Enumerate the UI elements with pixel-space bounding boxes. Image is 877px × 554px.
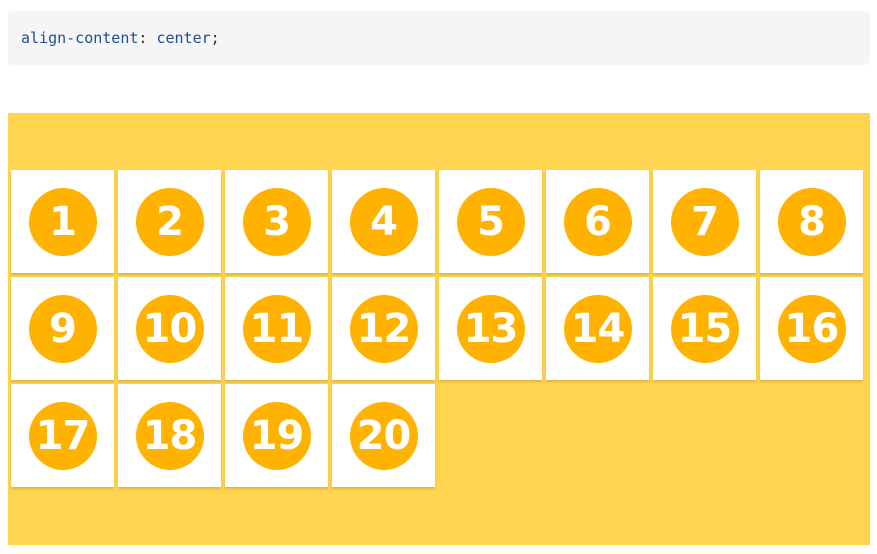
item-number-badge: 7	[670, 187, 739, 256]
flex-item: 20	[332, 384, 435, 487]
flex-item: 10	[118, 277, 221, 380]
item-number-badge: 8	[777, 187, 846, 256]
flex-item: 1	[11, 170, 114, 273]
item-number-badge: 16	[777, 294, 846, 363]
item-number-badge: 11	[242, 294, 311, 363]
flex-item: 8	[760, 170, 863, 273]
flex-item: 4	[332, 170, 435, 273]
flex-item: 13	[439, 277, 542, 380]
flex-item: 17	[11, 384, 114, 487]
item-number-badge: 19	[242, 401, 311, 470]
flex-item: 3	[225, 170, 328, 273]
item-number-badge: 18	[135, 401, 204, 470]
flex-item: 16	[760, 277, 863, 380]
flex-item: 18	[118, 384, 221, 487]
item-number-badge: 3	[242, 187, 311, 256]
item-number-badge: 10	[135, 294, 204, 363]
item-number-badge: 5	[456, 187, 525, 256]
item-number-badge: 1	[28, 187, 97, 256]
css-property: align-content	[21, 29, 139, 47]
css-semicolon: ;	[210, 29, 220, 47]
code-block: align-content: center;	[8, 11, 870, 65]
flex-item: 12	[332, 277, 435, 380]
item-number-badge: 6	[563, 187, 632, 256]
flex-item: 9	[11, 277, 114, 380]
flex-item: 6	[546, 170, 649, 273]
item-number-badge: 2	[135, 187, 204, 256]
code-line: align-content: center;	[21, 28, 220, 48]
item-number-badge: 17	[28, 401, 97, 470]
item-number-badge: 20	[349, 401, 418, 470]
flex-item: 11	[225, 277, 328, 380]
flex-item: 19	[225, 384, 328, 487]
flex-items-wrapper: 1 2 3 4 5 6 7 8 9 10 11 12 13 14 15 16 1…	[11, 170, 866, 488]
css-colon: :	[138, 29, 157, 47]
item-number-badge: 13	[456, 294, 525, 363]
flex-item: 5	[439, 170, 542, 273]
flex-container-demo: 1 2 3 4 5 6 7 8 9 10 11 12 13 14 15 16 1…	[8, 113, 870, 545]
item-number-badge: 12	[349, 294, 418, 363]
item-number-badge: 15	[670, 294, 739, 363]
flex-item: 7	[653, 170, 756, 273]
css-value: center	[156, 29, 211, 47]
item-number-badge: 9	[28, 294, 97, 363]
flex-item: 15	[653, 277, 756, 380]
item-number-badge: 14	[563, 294, 632, 363]
flex-item: 2	[118, 170, 221, 273]
flex-item: 14	[546, 277, 649, 380]
item-number-badge: 4	[349, 187, 418, 256]
